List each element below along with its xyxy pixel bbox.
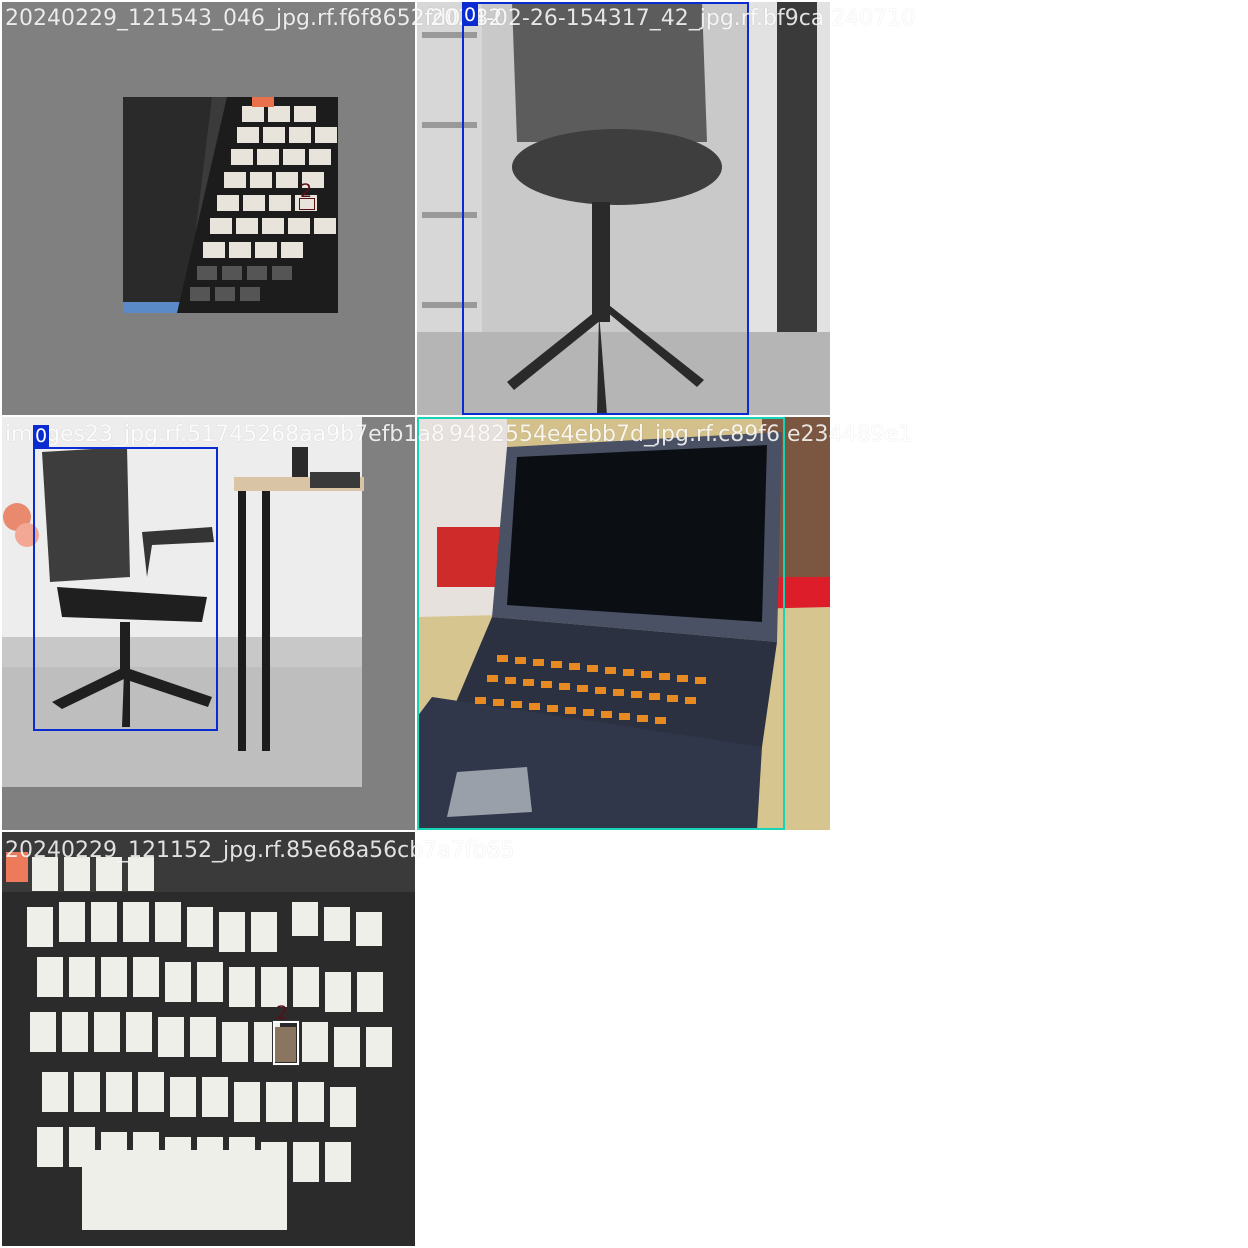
tile-filename: 20240229_121152_jpg.rf.85e68a56cb7a7fb65 xyxy=(5,838,515,863)
detection-class-label: 2 xyxy=(276,1002,289,1024)
keyboard-photo xyxy=(2,2,415,415)
detection-box xyxy=(33,447,218,731)
detection-class-label: 0 xyxy=(462,4,479,26)
detection-class-label: 2 xyxy=(300,180,313,202)
tile-filename: 9482554e4ebb7d_jpg.rf.c89f6 e234489e1 xyxy=(449,422,913,447)
tile-filename: 2024-02-26-154317_42_jpg.rf.bf9ca 240710 xyxy=(430,6,916,31)
tile-filename: 20240229_121543_046_jpg.rf.f6f8652fd0082 xyxy=(5,6,503,31)
mosaic-tile-5: 2 xyxy=(2,832,415,1246)
detection-box xyxy=(417,417,785,830)
keyboard-closeup-photo xyxy=(2,832,415,1246)
tile-filename: images23_jpg.rf.51745268aa9b7efb1a8 xyxy=(5,422,445,447)
detection-box xyxy=(462,2,749,415)
mosaic-tile-2: 0 xyxy=(417,2,830,415)
mosaic-tile-4: 3 xyxy=(417,417,830,830)
mosaic-tile-1: 2 xyxy=(2,2,415,415)
detection-class-label: 0 xyxy=(33,425,50,447)
detection-box xyxy=(272,1020,300,1066)
mosaic-tile-3: 0 xyxy=(2,417,415,830)
